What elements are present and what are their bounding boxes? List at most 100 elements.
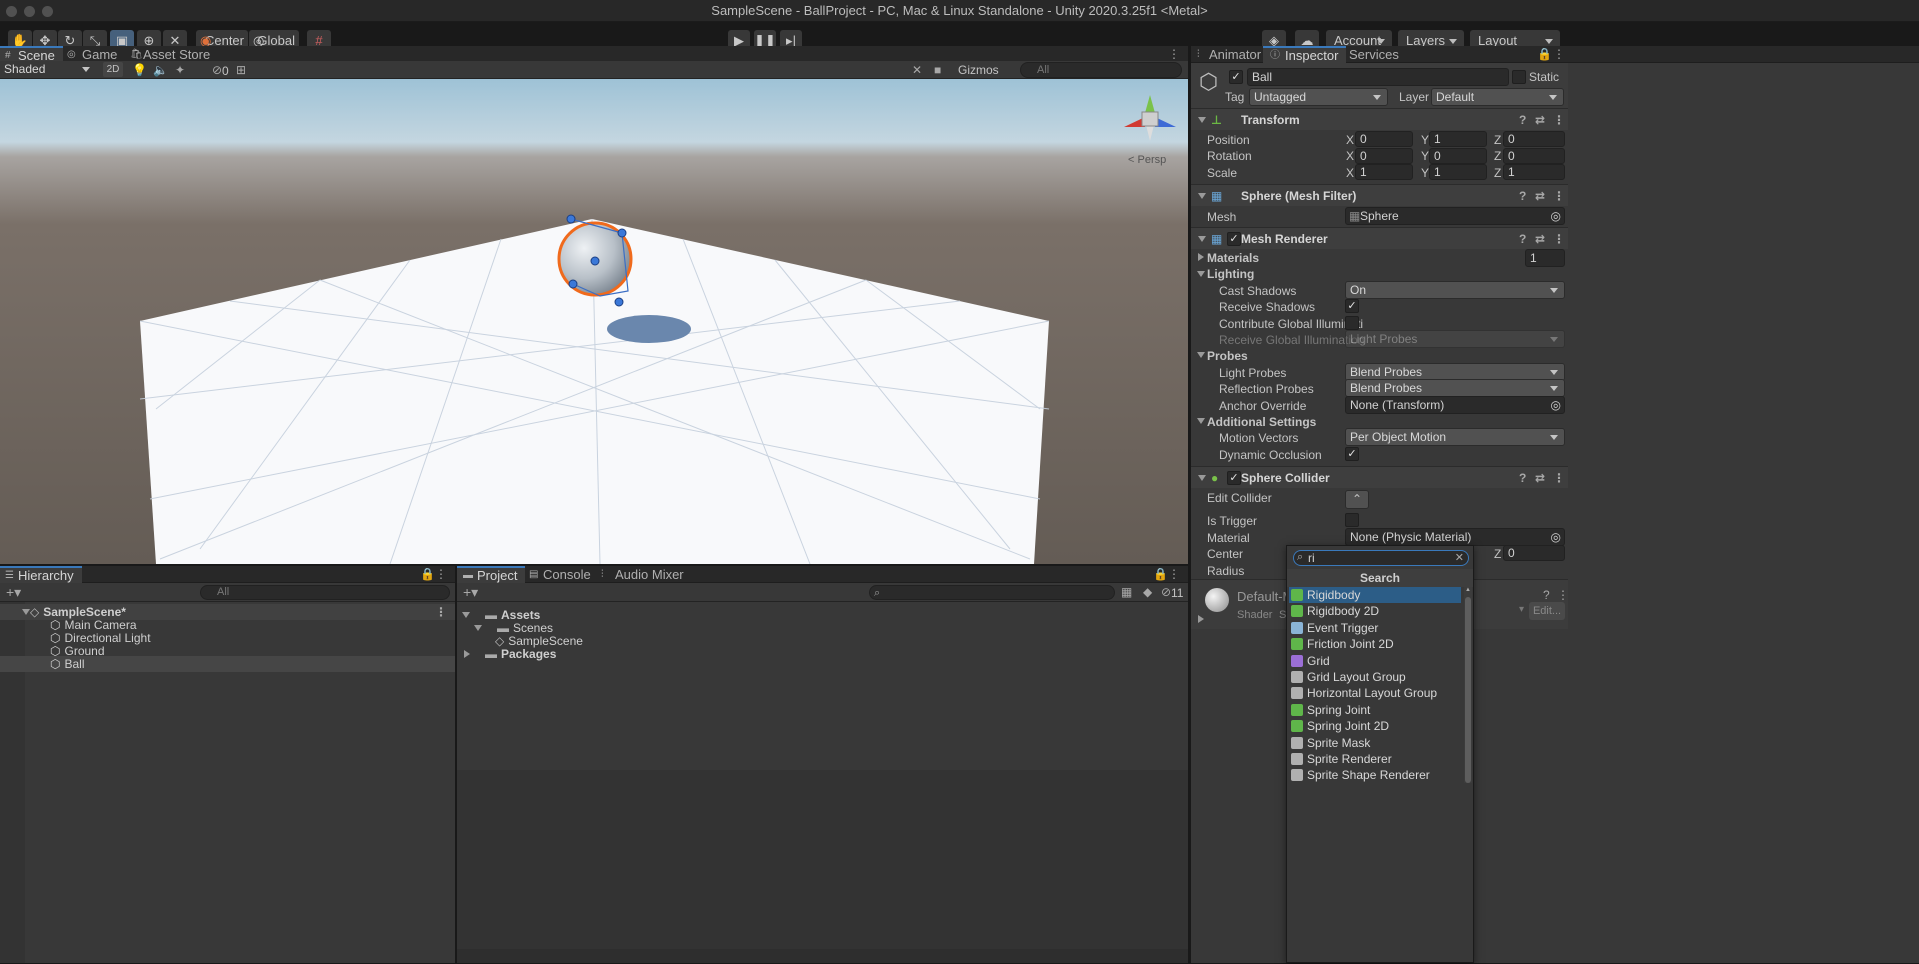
expand-arrow[interactable] xyxy=(1198,117,1206,123)
project-more-icon[interactable]: ⋮ xyxy=(1168,567,1180,581)
audio-icon[interactable]: 🔈 xyxy=(153,63,168,77)
clear-search-icon[interactable]: ✕ xyxy=(1455,551,1464,565)
object-picker-icon[interactable]: ◎ xyxy=(1551,397,1561,413)
shader-dropdown-arrow[interactable]: ▾ xyxy=(1519,604,1529,615)
receive-shadows-checkbox[interactable]: ✓ xyxy=(1345,299,1359,313)
help-icon[interactable]: ? xyxy=(1519,185,1526,207)
material-more-icon[interactable]: ⋮ xyxy=(1557,588,1569,602)
inspector-more-icon[interactable]: ⋮ xyxy=(1553,47,1565,61)
list-item[interactable]: Event Trigger xyxy=(1289,620,1461,636)
component-more-icon[interactable]: ⋮ xyxy=(1553,467,1565,489)
rotation-y-field[interactable]: 0 xyxy=(1429,148,1487,164)
draw-mode-dropdown[interactable]: Shaded xyxy=(0,61,96,79)
position-y-field[interactable]: 1 xyxy=(1429,131,1487,147)
mesh-renderer-header[interactable]: ▦ ✓ Mesh Renderer ? ⇄ ⋮ xyxy=(1191,227,1568,249)
2d-toggle[interactable]: 2D xyxy=(103,62,123,77)
list-item[interactable]: Sprite Shape Renderer xyxy=(1289,767,1461,783)
expand-arrow[interactable] xyxy=(1198,193,1206,199)
list-item[interactable]: Rigidbody xyxy=(1289,587,1461,603)
list-item[interactable]: Grid Layout Group xyxy=(1289,669,1461,685)
lock-icon[interactable]: 🔒 xyxy=(1537,47,1552,61)
static-checkbox[interactable] xyxy=(1512,70,1526,84)
motion-vectors-dropdown[interactable]: Per Object Motion xyxy=(1345,428,1565,446)
reflection-probes-dropdown[interactable]: Blend Probes xyxy=(1345,379,1565,397)
help-icon[interactable]: ? xyxy=(1543,588,1550,602)
tab-project[interactable]: ▬ Project xyxy=(457,566,526,583)
edit-shader-button[interactable]: Edit... xyxy=(1529,602,1565,620)
scene-expand-arrow[interactable] xyxy=(22,609,30,615)
expand-arrow[interactable] xyxy=(462,612,470,618)
transform-header[interactable]: ⊥ Transform ? ⇄ ⋮ xyxy=(1191,108,1568,130)
hidden-packages-icon[interactable]: ⊘ xyxy=(1161,585,1171,599)
scale-z-field[interactable]: 1 xyxy=(1503,164,1565,180)
preset-icon[interactable]: ⇄ xyxy=(1535,185,1545,207)
list-item[interactable]: Spring Joint 2D xyxy=(1289,718,1461,734)
list-item[interactable]: Horizontal Layout Group xyxy=(1289,685,1461,701)
project-search-input[interactable]: ⌕ xyxy=(869,585,1115,600)
collider-material-field[interactable]: None (Physic Material) ◎ xyxy=(1345,528,1565,546)
mesh-field[interactable]: ▦ Sphere ◎ xyxy=(1345,207,1565,225)
lock-icon[interactable]: 🔒 xyxy=(420,567,435,581)
material-expand-arrow[interactable] xyxy=(1198,615,1204,623)
folder-packages[interactable]: ▬ Packages xyxy=(457,646,1188,662)
create-plus-icon[interactable]: +▾ xyxy=(6,584,21,601)
anchor-override-field[interactable]: None (Transform) ◎ xyxy=(1345,396,1565,414)
scroll-up-icon[interactable]: ▲ xyxy=(1465,587,1471,593)
sphere-collider-enabled-checkbox[interactable]: ✓ xyxy=(1227,471,1241,485)
tag-dropdown[interactable]: Untagged xyxy=(1249,88,1388,106)
mesh-filter-header[interactable]: ▦ Sphere (Mesh Filter) ? ⇄ ⋮ xyxy=(1191,184,1568,206)
center-z-field[interactable]: 0 xyxy=(1503,545,1565,561)
tab-audio-mixer[interactable]: ⫶ Audio Mixer xyxy=(595,566,692,583)
list-item[interactable]: Grid xyxy=(1289,653,1461,669)
rotation-z-field[interactable]: 0 xyxy=(1503,148,1565,164)
popup-scrollbar[interactable]: ▲ xyxy=(1464,587,1472,783)
dynamic-occlusion-checkbox[interactable]: ✓ xyxy=(1345,447,1359,461)
probes-expand-arrow[interactable] xyxy=(1197,352,1205,358)
additional-expand-arrow[interactable] xyxy=(1197,418,1205,424)
edit-collider-button[interactable]: ⌃ xyxy=(1345,490,1369,509)
collapse-arrow[interactable] xyxy=(464,650,470,658)
position-z-field[interactable]: 0 xyxy=(1503,131,1565,147)
hierarchy-search-input[interactable]: All xyxy=(200,585,450,600)
list-item[interactable]: Rigidbody 2D xyxy=(1289,603,1461,619)
filter-type-icon[interactable]: ▦ xyxy=(1121,585,1132,599)
create-plus-icon[interactable]: +▾ xyxy=(463,584,478,601)
scrollbar-thumb[interactable] xyxy=(1465,597,1471,783)
lock-icon[interactable]: 🔒 xyxy=(1153,567,1168,581)
list-item[interactable]: Sprite Mask xyxy=(1289,735,1461,751)
rotation-x-field[interactable]: 0 xyxy=(1355,148,1413,164)
cast-shadows-dropdown[interactable]: On xyxy=(1345,281,1565,299)
scene-more-icon[interactable]: ⋮ xyxy=(1168,47,1180,61)
expand-arrow[interactable] xyxy=(1198,236,1206,242)
object-picker-icon[interactable]: ◎ xyxy=(1551,529,1561,545)
component-more-icon[interactable]: ⋮ xyxy=(1553,228,1565,250)
help-icon[interactable]: ? xyxy=(1519,467,1526,489)
help-icon[interactable]: ? xyxy=(1519,109,1526,131)
preset-icon[interactable]: ⇄ xyxy=(1535,467,1545,489)
layer-dropdown[interactable]: Default xyxy=(1431,88,1564,106)
scale-x-field[interactable]: 1 xyxy=(1355,164,1413,180)
component-more-icon[interactable]: ⋮ xyxy=(1553,185,1565,207)
tab-inspector[interactable]: ⓘ Inspector xyxy=(1263,46,1347,63)
expand-arrow[interactable] xyxy=(474,625,482,631)
tab-animator[interactable]: ⫶ Animator xyxy=(1191,46,1269,63)
preset-icon[interactable]: ⇄ xyxy=(1535,228,1545,250)
hierarchy-more-icon[interactable]: ⋮ xyxy=(435,567,447,581)
tab-console[interactable]: ▤ Console xyxy=(523,566,599,583)
mesh-renderer-enabled-checkbox[interactable]: ✓ xyxy=(1227,232,1241,246)
expand-arrow[interactable] xyxy=(1198,475,1206,481)
tools-toggle-icon[interactable]: ✕ xyxy=(912,63,922,77)
is-trigger-checkbox[interactable] xyxy=(1345,513,1359,527)
materials-count-field[interactable]: 1 xyxy=(1525,249,1565,267)
list-item[interactable]: ⬡ Ball xyxy=(0,656,455,672)
tab-hierarchy[interactable]: ☰ Hierarchy xyxy=(0,566,82,583)
filter-label-icon[interactable]: ◆ xyxy=(1143,585,1152,599)
position-x-field[interactable]: 0 xyxy=(1355,131,1413,147)
help-icon[interactable]: ? xyxy=(1519,228,1526,250)
contribute-gi-checkbox[interactable] xyxy=(1345,316,1359,330)
hidden-objects-icon[interactable]: ⊘ xyxy=(212,63,222,77)
effects-icon[interactable]: ✦ xyxy=(175,63,185,77)
object-picker-icon[interactable]: ◎ xyxy=(1551,208,1561,224)
lighting-expand-arrow[interactable] xyxy=(1197,271,1205,277)
sphere-collider-header[interactable]: ● ✓ Sphere Collider ? ⇄ ⋮ xyxy=(1191,466,1568,488)
